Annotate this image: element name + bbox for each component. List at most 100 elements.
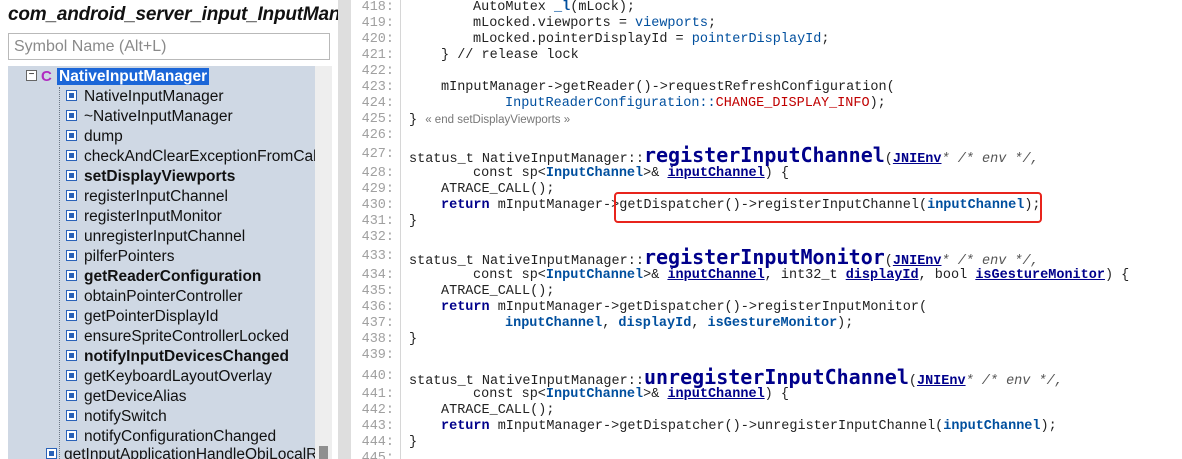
code-token: ) { bbox=[764, 387, 789, 402]
code-line: 437: inputChannel, displayId, isGestureMo… bbox=[351, 316, 854, 332]
line-number: 419: bbox=[361, 16, 394, 31]
function-name-register-input-channel[interactable]: registerInputChannel bbox=[644, 143, 885, 167]
code-line: 435: ATRACE_CALL(); bbox=[351, 284, 555, 300]
tree-item-getpointerdisplayid[interactable]: getPointerDisplayId bbox=[66, 307, 218, 327]
tree-item-label: registerInputChannel bbox=[84, 188, 228, 205]
method-icon bbox=[66, 390, 77, 402]
tree-item-getreaderconfiguration[interactable]: getReaderConfiguration bbox=[66, 267, 261, 287]
line-number: 435: bbox=[361, 284, 394, 299]
symbol-tree[interactable]: − C NativeInputManager NativeInputManager ~… bbox=[8, 66, 315, 459]
code-token: ( bbox=[884, 254, 893, 269]
code-token: ); bbox=[1040, 419, 1057, 434]
tree-scrollbar[interactable] bbox=[315, 66, 332, 459]
code-line: 434: const sp<InputChannel>& inputChannel… bbox=[351, 268, 1130, 284]
line-number: 432: bbox=[361, 230, 394, 245]
line-number: 437: bbox=[361, 316, 394, 331]
tree-item-notifyinputdeviceschanged[interactable]: notifyInputDevicesChanged bbox=[66, 347, 289, 367]
line-number: 434: bbox=[361, 268, 394, 283]
tree-item-pilferpointers[interactable]: pilferPointers bbox=[66, 247, 174, 267]
line-number: 422: bbox=[361, 64, 394, 79]
tree-item-dump[interactable]: dump bbox=[66, 127, 123, 147]
tree-item-label: notifySwitch bbox=[84, 408, 167, 425]
code-token: ) { bbox=[1104, 268, 1130, 283]
tree-item-partial[interactable]: getInputApplicationHandleObjLocalRef bbox=[26, 445, 315, 459]
tree-item-registerinputchannel[interactable]: registerInputChannel bbox=[66, 187, 228, 207]
code-token: ( bbox=[884, 152, 893, 167]
code-token: } bbox=[409, 214, 418, 229]
code-line: 442: ATRACE_CALL(); bbox=[351, 403, 555, 419]
class-icon: C bbox=[41, 68, 52, 86]
code-token: ; bbox=[707, 16, 717, 31]
tree-item-getdevicealias[interactable]: getDeviceAlias bbox=[66, 387, 187, 407]
method-icon bbox=[66, 190, 77, 202]
code-token: getDispatcher()->registerInputMonitor( bbox=[619, 300, 928, 315]
tree-item-registerinputmonitor[interactable]: registerInputMonitor bbox=[66, 207, 222, 227]
method-icon bbox=[66, 150, 77, 162]
gutter-separator bbox=[400, 0, 401, 459]
code-line: 424: InputReaderConfiguration::CHANGE_DIS… bbox=[351, 96, 886, 112]
code-editor[interactable]: 418: AutoMutex _l(mLock); 419: mLocked.vie… bbox=[351, 0, 1182, 459]
tree-item-ensurespritecontrollerlocked[interactable]: ensureSpriteControllerLocked bbox=[66, 327, 289, 347]
code-token[interactable]: inputChannel bbox=[667, 166, 764, 181]
method-icon bbox=[66, 330, 77, 342]
code-line: 432: bbox=[351, 230, 394, 246]
method-icon bbox=[66, 90, 77, 102]
method-icon bbox=[66, 130, 77, 142]
code-token: viewports bbox=[635, 16, 708, 31]
code-token: mInputManager-> bbox=[489, 300, 620, 315]
code-token: (mLock); bbox=[570, 0, 636, 15]
tree-item-notifyconfigurationchanged[interactable]: notifyConfigurationChanged bbox=[66, 427, 276, 447]
line-number: 445: bbox=[361, 451, 394, 459]
function-name-register-input-monitor[interactable]: registerInputMonitor bbox=[644, 245, 885, 269]
code-token: status_t NativeInputManager:: bbox=[409, 254, 644, 269]
line-number: 440: bbox=[361, 369, 394, 384]
line-number: 418: bbox=[361, 0, 394, 15]
tree-root-native-input-manager[interactable]: − C NativeInputManager bbox=[26, 67, 210, 87]
code-token[interactable]: JNIEnv bbox=[893, 254, 942, 269]
tree-item-label: checkAndClearExceptionFromCallback bbox=[84, 148, 315, 165]
code-token: >& bbox=[643, 166, 668, 181]
line-number: 424: bbox=[361, 96, 394, 111]
code-token: mInputManager-> bbox=[489, 419, 620, 434]
code-line: 431:} bbox=[351, 214, 418, 230]
line-number: 439: bbox=[361, 348, 394, 363]
code-token: mInputManager->getReader()->requestRefre… bbox=[441, 80, 895, 95]
code-token: ATRACE_CALL(); bbox=[441, 284, 555, 299]
code-token: ATRACE_CALL(); bbox=[441, 182, 555, 197]
code-token: InputChannel bbox=[545, 268, 644, 283]
code-token: displayId bbox=[618, 316, 692, 331]
code-token[interactable]: inputChannel bbox=[667, 268, 764, 283]
tree-item-unregisterinputchannel[interactable]: unregisterInputChannel bbox=[66, 227, 245, 247]
scrollbar-thumb[interactable] bbox=[319, 446, 328, 459]
tree-item-setdisplayviewports[interactable]: setDisplayViewports bbox=[66, 167, 235, 187]
tree-item-obtainpointercontroller[interactable]: obtainPointerController bbox=[66, 287, 243, 307]
symbol-search-input[interactable] bbox=[8, 33, 330, 60]
tree-item-checkandclearexceptionfromcallback[interactable]: checkAndClearExceptionFromCallback bbox=[66, 147, 315, 167]
line-number: 425: bbox=[361, 112, 394, 127]
code-token: } bbox=[409, 332, 418, 347]
code-token: } // release lock bbox=[441, 48, 579, 63]
tree-item-label: pilferPointers bbox=[84, 248, 175, 265]
code-token[interactable]: displayId bbox=[846, 268, 919, 283]
collapse-icon[interactable]: − bbox=[26, 70, 37, 82]
code-token: ATRACE_CALL(); bbox=[441, 403, 555, 418]
method-icon bbox=[66, 290, 77, 302]
panel-splitter[interactable] bbox=[338, 0, 351, 459]
tree-item-notifyswitch[interactable]: notifySwitch bbox=[66, 407, 167, 427]
code-token[interactable]: isGestureMonitor bbox=[975, 268, 1105, 283]
code-token[interactable]: inputChannel bbox=[667, 387, 764, 402]
code-token: CHANGE_DISPLAY_INFO bbox=[715, 96, 870, 111]
code-line: 425:} « end setDisplayViewports » bbox=[351, 112, 571, 128]
code-token[interactable]: JNIEnv bbox=[893, 152, 942, 167]
function-name-unregister-input-channel[interactable]: unregisterInputChannel bbox=[644, 365, 909, 389]
method-icon bbox=[66, 430, 77, 442]
code-token[interactable]: JNIEnv bbox=[917, 374, 966, 389]
tree-item-nativeinputmanager[interactable]: NativeInputManager bbox=[66, 87, 224, 107]
line-number: 430: bbox=[361, 198, 394, 213]
code-token: } bbox=[409, 113, 418, 128]
code-line: 445: bbox=[351, 451, 394, 459]
code-token: , int32_t bbox=[764, 268, 846, 283]
code-token: , bbox=[691, 316, 708, 331]
tree-item-nativeinputmanager[interactable]: ~NativeInputManager bbox=[66, 107, 233, 127]
tree-item-getkeyboardlayoutoverlay[interactable]: getKeyboardLayoutOverlay bbox=[66, 367, 272, 387]
